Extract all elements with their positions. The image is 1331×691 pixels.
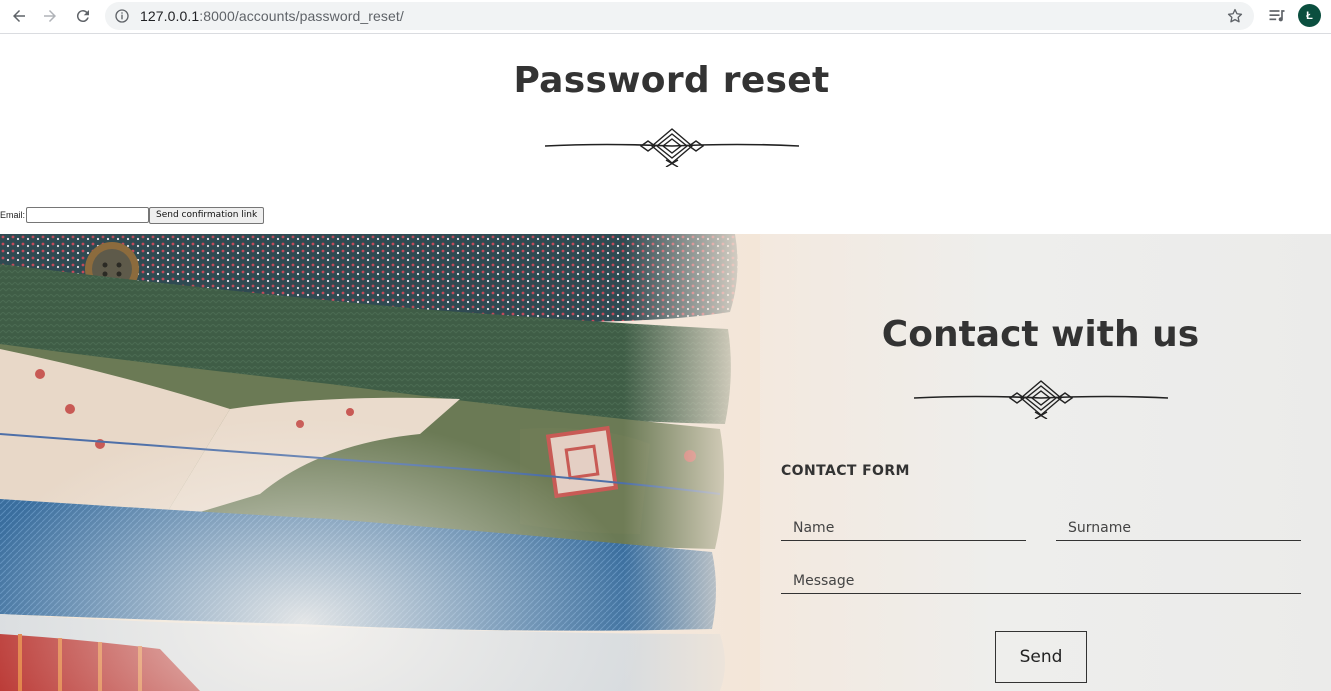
address-bar[interactable]: 127.0.0.1:8000/accounts/password_reset/ (105, 2, 1254, 30)
email-label: Email: (0, 210, 26, 220)
folded-sweaters-photo (0, 234, 760, 691)
ornament-divider-icon (544, 127, 800, 168)
url-text[interactable]: 127.0.0.1:8000/accounts/password_reset/ (140, 8, 404, 24)
contact-form-heading: CONTACT FORM (781, 463, 910, 479)
media-playlist-icon[interactable] (1267, 6, 1287, 26)
browser-toolbar: 127.0.0.1:8000/accounts/password_reset/ … (0, 0, 1331, 34)
url-path: :8000/accounts/password_reset/ (199, 8, 404, 24)
info-icon[interactable] (114, 8, 130, 24)
name-field[interactable] (781, 515, 1026, 541)
back-arrow-icon[interactable] (8, 5, 30, 27)
contact-section: Contact with us CONTACT FORM Send (0, 234, 1331, 691)
reload-icon[interactable] (72, 5, 94, 27)
contact-title: Contact with us (881, 314, 1200, 355)
password-reset-form: Email: Send confirmation link (0, 206, 265, 224)
profile-avatar[interactable]: Ł (1298, 4, 1321, 27)
send-button[interactable]: Send (995, 631, 1087, 683)
forward-arrow-icon[interactable] (39, 5, 61, 27)
message-field[interactable] (781, 568, 1301, 594)
send-confirmation-link-button[interactable]: Send confirmation link (149, 206, 265, 224)
surname-field[interactable] (1056, 515, 1301, 541)
bookmark-star-icon[interactable] (1226, 7, 1244, 25)
ornament-divider-icon (913, 379, 1169, 420)
url-host: 127.0.0.1 (140, 8, 200, 24)
page-title: Password reset (513, 60, 830, 101)
email-field[interactable] (26, 207, 150, 223)
